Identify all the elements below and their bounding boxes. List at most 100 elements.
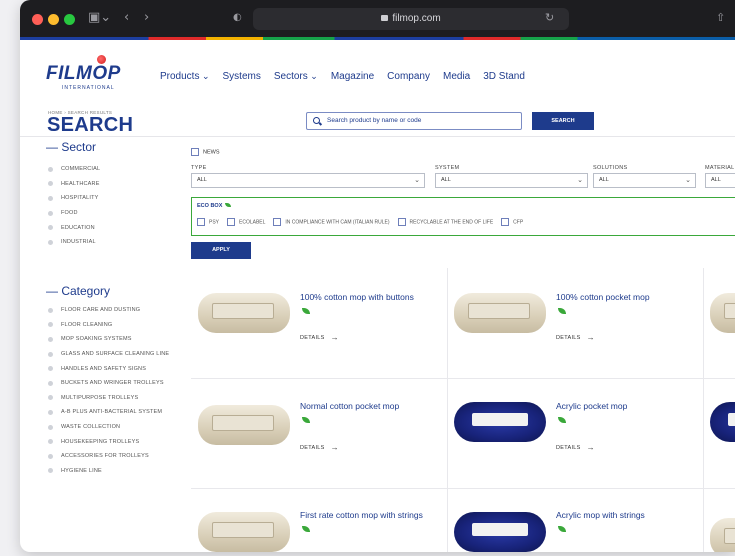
product-title[interactable]: Acrylic mop with strings: [556, 510, 645, 520]
product-title[interactable]: First rate cotton mop with strings: [300, 510, 423, 520]
sidebar-toggle-icon[interactable]: ▣⌄: [88, 10, 111, 25]
nav-systems[interactable]: Systems: [223, 71, 261, 82]
address-bar[interactable]: filmop.com: [253, 8, 569, 30]
category-item[interactable]: HANDLES AND SAFETY SIGNS: [48, 361, 169, 376]
zoom-window-button[interactable]: [64, 14, 75, 25]
details-link[interactable]: DETAILS →: [556, 442, 595, 452]
privacy-shield-icon[interactable]: ◐: [233, 12, 242, 23]
nav-magazine[interactable]: Magazine: [331, 71, 374, 82]
sector-item-food[interactable]: FOOD: [48, 206, 100, 221]
details-link[interactable]: DETAILS →: [300, 332, 339, 342]
category-item[interactable]: A-B PLUS ANTI-BACTERIAL SYSTEM: [48, 405, 169, 420]
product-title[interactable]: Acrylic pocket mop: [556, 401, 627, 411]
solutions-select[interactable]: ALL ⌄: [593, 173, 696, 188]
category-item[interactable]: WASTE COLLECTION: [48, 420, 169, 435]
eco-option-label: RECYCLABLE AT THE END OF LIFE: [409, 219, 494, 226]
product-image[interactable]: [198, 405, 290, 445]
checkbox[interactable]: [197, 218, 205, 226]
lock-icon: [381, 15, 389, 21]
product-image-partial[interactable]: [710, 293, 735, 333]
reload-icon[interactable]: ↻: [545, 11, 554, 24]
sector-heading: — Sector: [46, 140, 97, 154]
product-image[interactable]: [198, 293, 290, 333]
category-item[interactable]: HOUSEKEEPING TROLLEYS: [48, 434, 169, 449]
sector-item-education[interactable]: EDUCATION: [48, 220, 100, 235]
material-label: MATERIAL: [705, 165, 735, 171]
type-label: TYPE: [191, 165, 207, 171]
material-select[interactable]: ALL: [705, 173, 735, 188]
nav-3d-stand[interactable]: 3D Stand: [483, 71, 525, 82]
category-item[interactable]: MOP SOAKING SYSTEMS: [48, 332, 169, 347]
nav-sectors[interactable]: Sectors: [274, 71, 318, 82]
sector-item-hospitality[interactable]: HOSPITALITY: [48, 191, 100, 206]
product-image-partial[interactable]: [710, 518, 735, 552]
main-nav: Products Systems Sectors Magazine Compan…: [160, 71, 525, 82]
sector-list: COMMERCIAL HEALTHCARE HOSPITALITY FOOD E…: [48, 162, 100, 250]
details-label: DETAILS: [300, 445, 325, 451]
sector-item-healthcare[interactable]: HEALTHCARE: [48, 177, 100, 192]
leaf-icon: [302, 526, 310, 532]
search-button[interactable]: SEARCH: [532, 112, 594, 130]
nav-company[interactable]: Company: [387, 71, 430, 82]
category-item[interactable]: ACCESSORIES FOR TROLLEYS: [48, 449, 169, 464]
product-image[interactable]: [454, 512, 546, 552]
logo-wordmark: FILMOP: [46, 63, 121, 84]
leaf-icon: [558, 526, 566, 532]
system-select[interactable]: ALL ⌄: [435, 173, 588, 188]
leaf-icon: [558, 417, 566, 423]
leaf-icon: [302, 417, 310, 423]
details-label: DETAILS: [556, 335, 581, 341]
product-title[interactable]: Normal cotton pocket mop: [300, 401, 399, 411]
category-item[interactable]: BUCKETS AND WRINGER TROLLEYS: [48, 376, 169, 391]
filmop-logo[interactable]: FILMOP INTERNATIONAL: [46, 55, 142, 91]
product-title[interactable]: 100% cotton pocket mop: [556, 292, 650, 302]
search-input[interactable]: Search product by name or code: [306, 112, 522, 130]
arrow-right-icon: →: [586, 333, 595, 342]
nav-media[interactable]: Media: [443, 71, 470, 82]
eco-option-ecolabel[interactable]: ECOLABEL: [227, 218, 265, 226]
news-filter[interactable]: NEWS: [191, 148, 220, 156]
chevron-down-icon: ⌄: [577, 177, 583, 184]
category-item[interactable]: HYGIENE LINE: [48, 464, 169, 479]
eco-option-label: IN COMPLIANCE WITH CAM (ITALIAN RULE): [285, 219, 390, 226]
eco-option-cam[interactable]: IN COMPLIANCE WITH CAM (ITALIAN RULE): [273, 218, 390, 226]
checkbox[interactable]: [397, 218, 406, 226]
product-image[interactable]: [454, 402, 546, 442]
search-icon: [313, 117, 320, 124]
product-image[interactable]: [198, 512, 290, 552]
product-title[interactable]: 100% cotton mop with buttons: [300, 292, 414, 302]
back-arrow-icon[interactable]: ‹: [124, 10, 129, 25]
minimize-window-button[interactable]: [48, 14, 59, 25]
share-icon[interactable]: ⇧: [716, 11, 725, 24]
details-link[interactable]: DETAILS →: [300, 442, 339, 452]
eco-option-psy[interactable]: PSY: [197, 218, 219, 226]
eco-box-heading: ECO BOX: [197, 203, 232, 209]
sector-item-commercial[interactable]: COMMERCIAL: [48, 162, 100, 177]
checkbox[interactable]: [501, 218, 510, 226]
nav-products[interactable]: Products: [160, 71, 210, 82]
leaf-icon: [225, 203, 232, 207]
product-image[interactable]: [454, 293, 546, 333]
eco-options: PSY ECOLABEL IN COMPLIANCE WITH CAM (ITA…: [197, 218, 523, 226]
arrow-right-icon: →: [330, 333, 339, 342]
news-checkbox[interactable]: [191, 148, 199, 156]
forward-arrow-icon[interactable]: ›: [144, 10, 149, 25]
leaf-icon: [302, 308, 310, 314]
eco-option-recyclable[interactable]: RECYCLABLE AT THE END OF LIFE: [397, 218, 494, 226]
checkbox[interactable]: [273, 218, 282, 226]
sector-item-industrial[interactable]: INDUSTRIAL: [48, 235, 100, 250]
grid-divider: [191, 488, 735, 489]
category-item[interactable]: GLASS AND SURFACE CLEANING LINE: [48, 347, 169, 362]
eco-option-cfp[interactable]: CFP: [501, 218, 523, 226]
category-item[interactable]: MULTIPURPOSE TROLLEYS: [48, 391, 169, 406]
product-image-partial[interactable]: [710, 402, 735, 442]
type-select[interactable]: ALL ⌄: [191, 173, 425, 188]
checkbox[interactable]: [227, 218, 236, 226]
details-link[interactable]: DETAILS →: [556, 332, 595, 342]
category-item[interactable]: FLOOR CARE AND DUSTING: [48, 303, 169, 318]
chevron-down-icon: ⌄: [685, 177, 691, 184]
apply-button[interactable]: APPLY: [191, 242, 251, 259]
close-window-button[interactable]: [32, 14, 43, 25]
browser-window: ▣⌄ ‹ › ◐ filmop.com ↻ ⇧ FILMOP INTERNATI…: [20, 0, 735, 552]
category-item[interactable]: FLOOR CLEANING: [48, 318, 169, 333]
